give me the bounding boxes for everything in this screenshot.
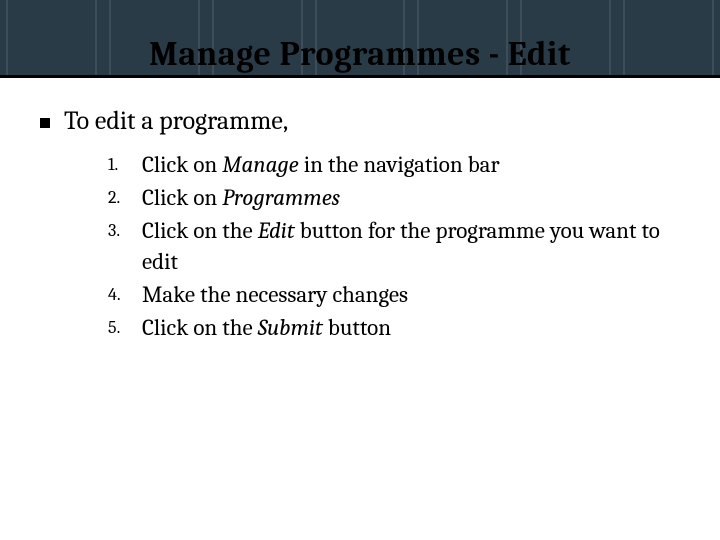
header-underline	[0, 75, 720, 78]
step-term: Manage	[222, 151, 298, 178]
step-item: Make the necessary changes	[108, 279, 680, 310]
lead-bullet-line: To edit a programme,	[40, 106, 680, 137]
steps-list: Click on Manage in the navigation bar Cl…	[108, 149, 680, 343]
step-term: Edit	[258, 217, 295, 244]
step-text: Click on	[142, 151, 222, 178]
lead-text: To edit a programme,	[64, 106, 288, 137]
step-text: Click on the	[142, 314, 258, 341]
step-text: Make the necessary changes	[142, 281, 408, 308]
step-item: Click on Manage in the navigation bar	[108, 149, 680, 180]
step-item: Click on Programmes	[108, 182, 680, 213]
step-text: Click on	[142, 184, 222, 211]
square-bullet-icon	[40, 118, 50, 128]
slide-header: Manage Programmes - Edit	[0, 0, 720, 78]
step-text: button	[323, 314, 391, 341]
page-title: Manage Programmes - Edit	[0, 34, 720, 74]
step-item: Click on the Submit button	[108, 312, 680, 343]
step-text: Click on the	[142, 217, 258, 244]
step-term: Submit	[258, 314, 323, 341]
step-text: in the navigation bar	[299, 151, 500, 178]
step-item: Click on the Edit button for the program…	[108, 215, 680, 277]
step-term: Programmes	[222, 184, 340, 211]
slide-content: To edit a programme, Click on Manage in …	[0, 78, 720, 343]
